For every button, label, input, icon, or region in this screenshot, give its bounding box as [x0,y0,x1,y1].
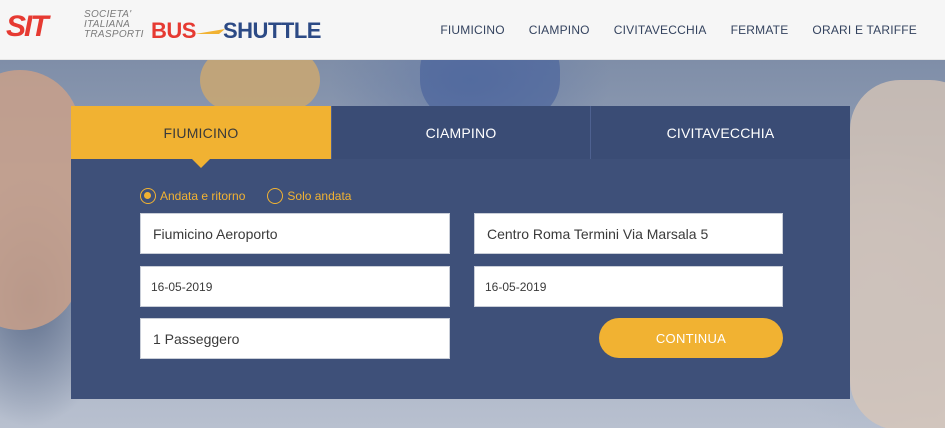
trip-type-group: Andata e ritorno Solo andata [140,187,373,205]
nav-civitavecchia[interactable]: CIVITAVECCHIA [614,22,707,38]
bus-shuttle-logo-bus: BUS [151,18,196,43]
sit-logo-text: SOCIETA' ITALIANA TRASPORTI [84,10,144,40]
radio-unchecked-icon[interactable] [267,188,284,204]
nav-ciampino[interactable]: CIAMPINO [529,22,590,38]
continue-button[interactable]: CONTINUA [599,318,783,358]
passengers-field[interactable]: 1 Passeggero [140,318,450,359]
bus-shuttle-logo-shuttle: SHUTTLE [223,18,321,43]
sit-logo[interactable]: SIT SOCIETA' ITALIANA TRASPORTI [6,10,143,46]
outbound-date-field[interactable]: 16-05-2019 [140,266,450,307]
nav-fiumicino[interactable]: FIUMICINO [440,22,504,38]
radio-solo-andata[interactable]: Solo andata [267,188,351,204]
to-field[interactable]: Centro Roma Termini Via Marsala 5 [474,213,783,254]
booking-panel: FIUMICINO CIAMPINO CIVITAVECCHIA Andata … [71,106,850,399]
nav-fermate[interactable]: FERMATE [731,22,789,38]
swoosh-icon [195,29,225,34]
return-date-field[interactable]: 16-05-2019 [474,266,783,307]
radio-checked-icon[interactable] [140,188,156,204]
nav-orari-e-tariffe[interactable]: ORARI E TARIFFE [812,22,917,38]
sit-logo-line-3: TRASPORTI [84,29,144,40]
tab-ciampino[interactable]: CIAMPINO [331,106,590,159]
active-tab-indicator [192,159,210,168]
hero-photo-passenger-back [200,60,320,110]
from-field[interactable]: Fiumicino Aeroporto [140,213,450,254]
radio-label-solo-andata[interactable]: Solo andata [287,189,351,203]
tab-civitavecchia[interactable]: CIVITAVECCHIA [590,106,850,159]
radio-andata-e-ritorno[interactable]: Andata e ritorno [140,188,245,204]
site-header: SIT SOCIETA' ITALIANA TRASPORTI BUS SHUT… [0,0,945,60]
route-tabs: FIUMICINO CIAMPINO CIVITAVECCHIA [71,106,850,159]
sit-logo-mark: SIT [6,10,49,43]
main-nav: FIUMICINO CIAMPINO CIVITAVECCHIA FERMATE… [416,22,917,38]
hero-photo-passenger-right [850,80,945,428]
radio-label-andata-e-ritorno[interactable]: Andata e ritorno [160,189,245,203]
hero-photo-passenger-left [0,70,80,330]
tab-fiumicino[interactable]: FIUMICINO [71,106,331,159]
bus-shuttle-logo[interactable]: BUS SHUTTLE [151,18,321,44]
